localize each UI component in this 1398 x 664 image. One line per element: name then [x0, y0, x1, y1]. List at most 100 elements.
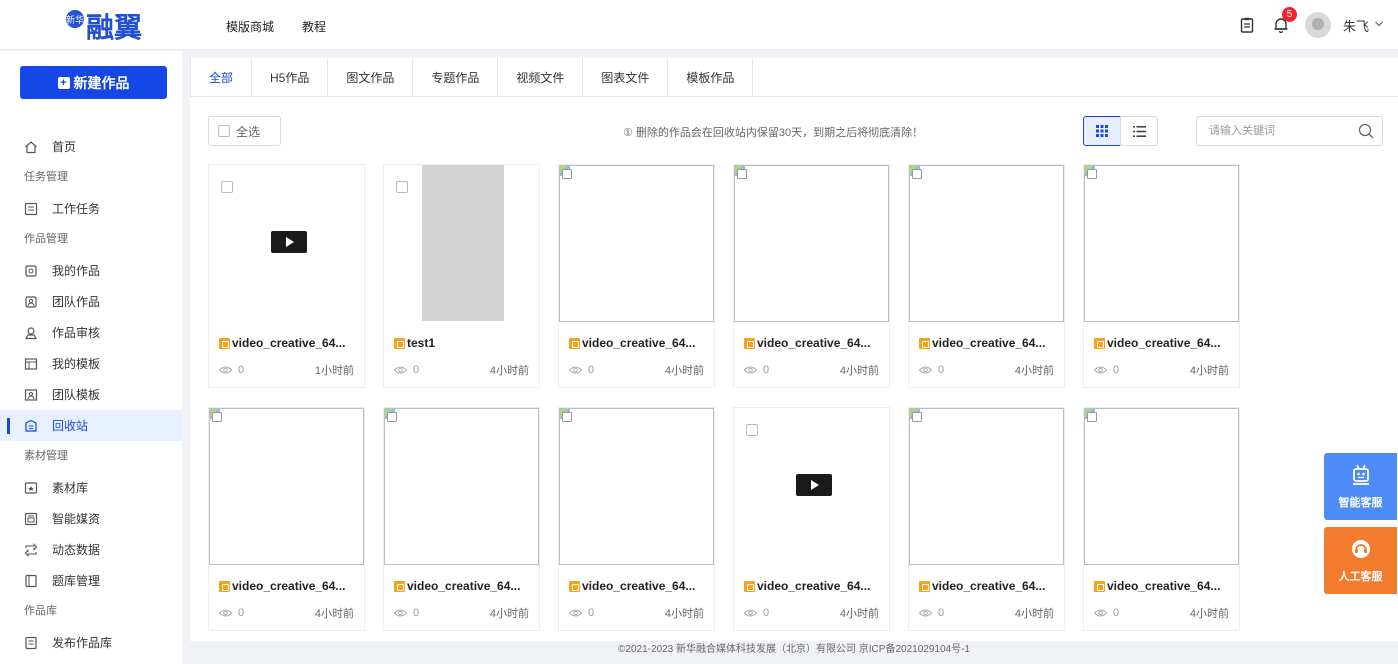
- card-checkbox[interactable]: [387, 412, 397, 422]
- work-card[interactable]: video_creative_64... 0 4小时前: [558, 407, 715, 631]
- play-icon[interactable]: [796, 474, 832, 496]
- clipboard-icon[interactable]: [1237, 15, 1257, 35]
- nav-tutorial[interactable]: 教程: [302, 18, 326, 35]
- h5-type-icon: [919, 337, 930, 349]
- list-view-button[interactable]: [1120, 116, 1158, 146]
- sidebar-item-my-template[interactable]: 我的模板: [0, 348, 182, 379]
- work-card[interactable]: video_creative_64... 0 4小时前: [908, 407, 1065, 631]
- search-icon[interactable]: [1358, 123, 1374, 139]
- sidebar: + 新建作品 首页 任务管理 工作任务 作品管理 我的作品 团队作品 作品审核 我的模板 团队模…: [0, 51, 182, 664]
- work-card[interactable]: video_creative_64... 0 4小时前: [383, 407, 540, 631]
- material-library-icon: [24, 481, 38, 495]
- view-count: 0: [413, 607, 420, 619]
- card-checkbox[interactable]: [562, 412, 572, 422]
- grid-view-button[interactable]: [1083, 116, 1121, 146]
- card-checkbox[interactable]: [912, 169, 922, 179]
- play-icon[interactable]: [271, 231, 307, 253]
- avatar[interactable]: [1304, 12, 1331, 38]
- work-card[interactable]: video_creative_64... 0 4小时前: [733, 164, 890, 388]
- nav-template-store[interactable]: 模版商城: [226, 18, 274, 35]
- menu-section-header: 作品管理: [24, 233, 68, 245]
- work-card[interactable]: video_creative_64... 0 1小时前: [208, 164, 365, 388]
- tab-6[interactable]: 模板作品: [668, 58, 754, 97]
- tab-0[interactable]: 全部: [190, 58, 253, 97]
- sidebar-item-review[interactable]: 作品审核: [0, 317, 182, 348]
- sidebar-item-label: 素材库: [52, 481, 89, 495]
- select-all-checkbox[interactable]: 全选: [208, 116, 281, 146]
- work-card[interactable]: video_creative_64... 0 4小时前: [908, 164, 1065, 388]
- sidebar-item-home[interactable]: 首页: [0, 131, 182, 162]
- work-card[interactable]: video_creative_64... 0 4小时前: [733, 407, 890, 631]
- footer-copyright: ©2021-2023 新华融合媒体科技发展（北京）有限公司 京ICP备20210…: [190, 641, 1398, 664]
- work-title: video_creative_64...: [1094, 579, 1234, 593]
- tab-2[interactable]: 图文作品: [328, 58, 414, 97]
- work-time: 4小时前: [839, 365, 879, 377]
- work-thumbnail: [1084, 165, 1239, 322]
- sidebar-item-my-works[interactable]: 我的作品: [0, 255, 182, 286]
- eye-icon: [744, 366, 757, 374]
- work-title-text: video_creative_64...: [232, 336, 346, 350]
- tab-4[interactable]: 视频文件: [498, 58, 584, 97]
- view-count: 0: [1113, 364, 1120, 376]
- work-card[interactable]: video_creative_64... 0 4小时前: [208, 407, 365, 631]
- work-card[interactable]: video_creative_64... 0 4小时前: [1083, 164, 1240, 388]
- sidebar-item-smart-media[interactable]: 智能媒资: [0, 503, 182, 534]
- human-service-label: 人工客服: [1338, 570, 1383, 583]
- work-card[interactable]: video_creative_64... 0 4小时前: [1083, 407, 1240, 631]
- search-box: [1196, 116, 1383, 146]
- top-nav: 模版商城 教程: [226, 18, 326, 35]
- sidebar-item-label: 工作任务: [52, 202, 101, 216]
- work-time: 4小时前: [1189, 365, 1229, 377]
- sidebar-item-label: 作品审核: [52, 326, 101, 340]
- work-card[interactable]: test1 0 4小时前: [383, 164, 540, 388]
- work-title: video_creative_64...: [919, 336, 1059, 350]
- sidebar-item-publish-library[interactable]: 发布作品库: [0, 627, 182, 658]
- work-title: video_creative_64...: [569, 336, 709, 350]
- sidebar-item-label: 动态数据: [52, 543, 101, 557]
- h5-type-icon: [394, 580, 405, 592]
- sidebar-item-recycle-bin[interactable]: 回收站: [0, 410, 182, 441]
- search-input[interactable]: [1197, 117, 1347, 145]
- card-checkbox[interactable]: [562, 169, 572, 179]
- work-title: video_creative_64...: [1094, 336, 1234, 350]
- card-checkbox[interactable]: [396, 181, 408, 193]
- work-title: video_creative_64...: [919, 579, 1059, 593]
- sidebar-item-dynamic-data[interactable]: 动态数据: [0, 534, 182, 565]
- user-name[interactable]: 朱飞: [1343, 16, 1369, 35]
- card-checkbox[interactable]: [912, 412, 922, 422]
- sidebar-item-team-works[interactable]: 团队作品: [0, 286, 182, 317]
- eye-icon: [569, 366, 582, 374]
- new-work-button[interactable]: + 新建作品: [20, 66, 167, 99]
- ai-customer-service-button[interactable]: 智能客服: [1324, 453, 1397, 520]
- work-title-text: video_creative_64...: [757, 336, 871, 350]
- bell-icon[interactable]: 5: [1271, 7, 1297, 35]
- sidebar-item-question-bank[interactable]: 题库管理: [0, 565, 182, 596]
- sidebar-item-team-template[interactable]: 团队模板: [0, 379, 182, 410]
- header-right: 5 朱飞: [1237, 7, 1384, 40]
- question-bank-icon: [24, 574, 38, 588]
- sidebar-item-material-library[interactable]: 素材库: [0, 472, 182, 503]
- tab-1[interactable]: H5作品: [252, 58, 329, 97]
- new-work-label: 新建作品: [73, 74, 130, 91]
- work-title: video_creative_64...: [744, 579, 884, 593]
- card-checkbox[interactable]: [1087, 169, 1097, 179]
- card-checkbox[interactable]: [746, 424, 758, 436]
- checkbox-icon: [218, 125, 230, 137]
- card-checkbox[interactable]: [212, 412, 222, 422]
- logo[interactable]: 新华 融翼: [66, 9, 142, 44]
- work-time: 4小时前: [1189, 608, 1229, 620]
- h5-type-icon: [744, 337, 755, 349]
- tab-5[interactable]: 图表文件: [583, 58, 669, 97]
- card-checkbox[interactable]: [737, 169, 747, 179]
- work-time: 4小时前: [314, 608, 354, 620]
- work-time: 4小时前: [839, 608, 879, 620]
- sidebar-item-task[interactable]: 工作任务: [0, 193, 182, 224]
- card-checkbox[interactable]: [1087, 412, 1097, 422]
- tab-3[interactable]: 专题作品: [413, 58, 499, 97]
- chevron-down-icon[interactable]: [1374, 18, 1384, 32]
- work-card[interactable]: video_creative_64... 0 4小时前: [558, 164, 715, 388]
- human-customer-service-button[interactable]: 人工客服: [1324, 527, 1397, 594]
- view-count: 0: [938, 607, 945, 619]
- card-checkbox[interactable]: [221, 181, 233, 193]
- work-thumbnail: [559, 165, 714, 322]
